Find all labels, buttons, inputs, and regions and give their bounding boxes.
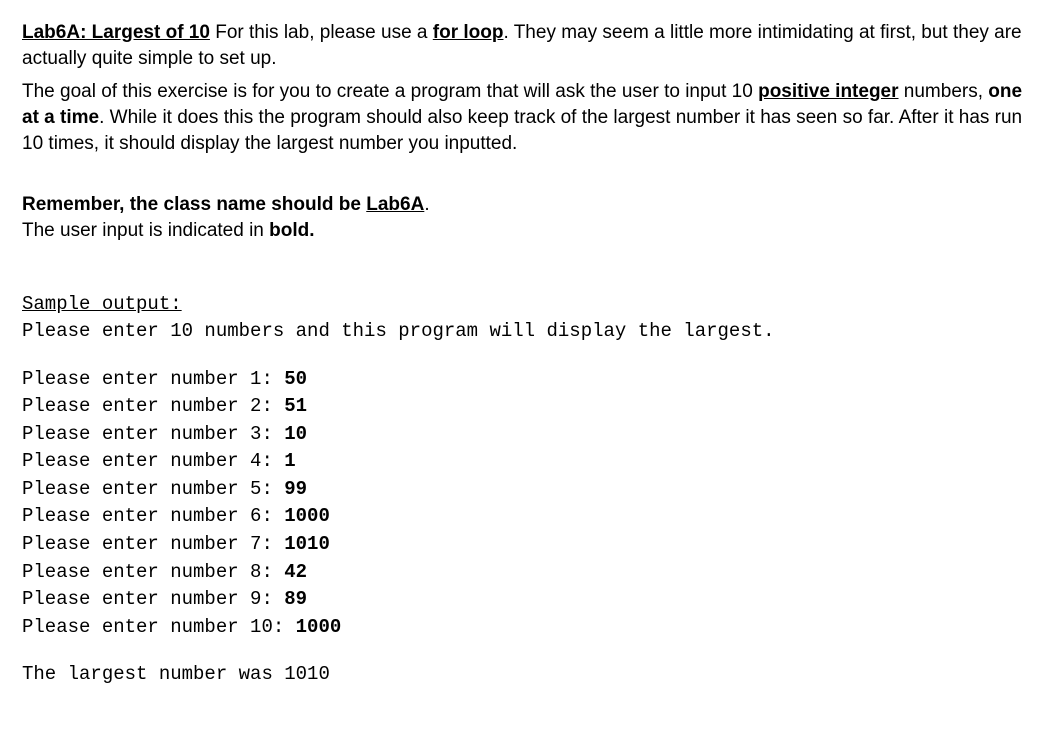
intro-text-2b: numbers, <box>899 81 989 102</box>
entry-prompt: Please enter number 9: <box>22 588 284 610</box>
intro-text-2c: . While it does this the program should … <box>22 107 1022 154</box>
entry-prompt: Please enter number 5: <box>22 478 284 500</box>
title-label: Lab6A: Largest of 10 <box>22 22 210 43</box>
entry-value: 1000 <box>284 505 330 527</box>
entry-prompt: Please enter number 2: <box>22 395 284 417</box>
lab6a-label: Lab6A <box>366 194 424 215</box>
intro-text-1a: For this lab, please use a <box>210 22 433 43</box>
entry-prompt: Please enter number 10: <box>22 616 296 638</box>
entry-value: 89 <box>284 588 307 610</box>
remember-text-b: . <box>424 194 429 215</box>
result-line: The largest number was 1010 <box>22 661 1037 689</box>
entry-value: 10 <box>284 423 307 445</box>
entry-value: 1010 <box>284 533 330 555</box>
entry-prompt: Please enter number 6: <box>22 505 284 527</box>
intro-text-2a: The goal of this exercise is for you to … <box>22 81 758 102</box>
entry-prompt: Please enter number 7: <box>22 533 284 555</box>
user-input-text-a: The user input is indicated in <box>22 220 269 241</box>
sample-output-block: Please enter number 1: 50 Please enter n… <box>22 366 1037 641</box>
positive-integer-label: positive integer <box>758 81 898 102</box>
entry-value: 42 <box>284 561 307 583</box>
remember-text-a: Remember, the class name should be <box>22 194 366 215</box>
entry-value: 51 <box>284 395 307 417</box>
for-loop-label: for loop <box>433 22 504 43</box>
entry-value: 1 <box>284 450 295 472</box>
intro-paragraph-2: The goal of this exercise is for you to … <box>22 79 1037 156</box>
sample-output-label: Sample output: <box>22 293 182 315</box>
entry-value: 99 <box>284 478 307 500</box>
entry-value: 1000 <box>296 616 342 638</box>
bold-word-label: bold. <box>269 220 314 241</box>
sample-intro-line: Please enter 10 numbers and this program… <box>22 318 1037 346</box>
entry-prompt: Please enter number 4: <box>22 450 284 472</box>
remember-line: Remember, the class name should be Lab6A… <box>22 192 1037 218</box>
entry-value: 50 <box>284 368 307 390</box>
entry-prompt: Please enter number 3: <box>22 423 284 445</box>
sample-output-heading: Sample output: <box>22 291 1037 318</box>
intro-paragraph-1: Lab6A: Largest of 10 For this lab, pleas… <box>22 20 1037 71</box>
entry-prompt: Please enter number 8: <box>22 561 284 583</box>
user-input-line: The user input is indicated in bold. <box>22 218 1037 244</box>
entry-prompt: Please enter number 1: <box>22 368 284 390</box>
